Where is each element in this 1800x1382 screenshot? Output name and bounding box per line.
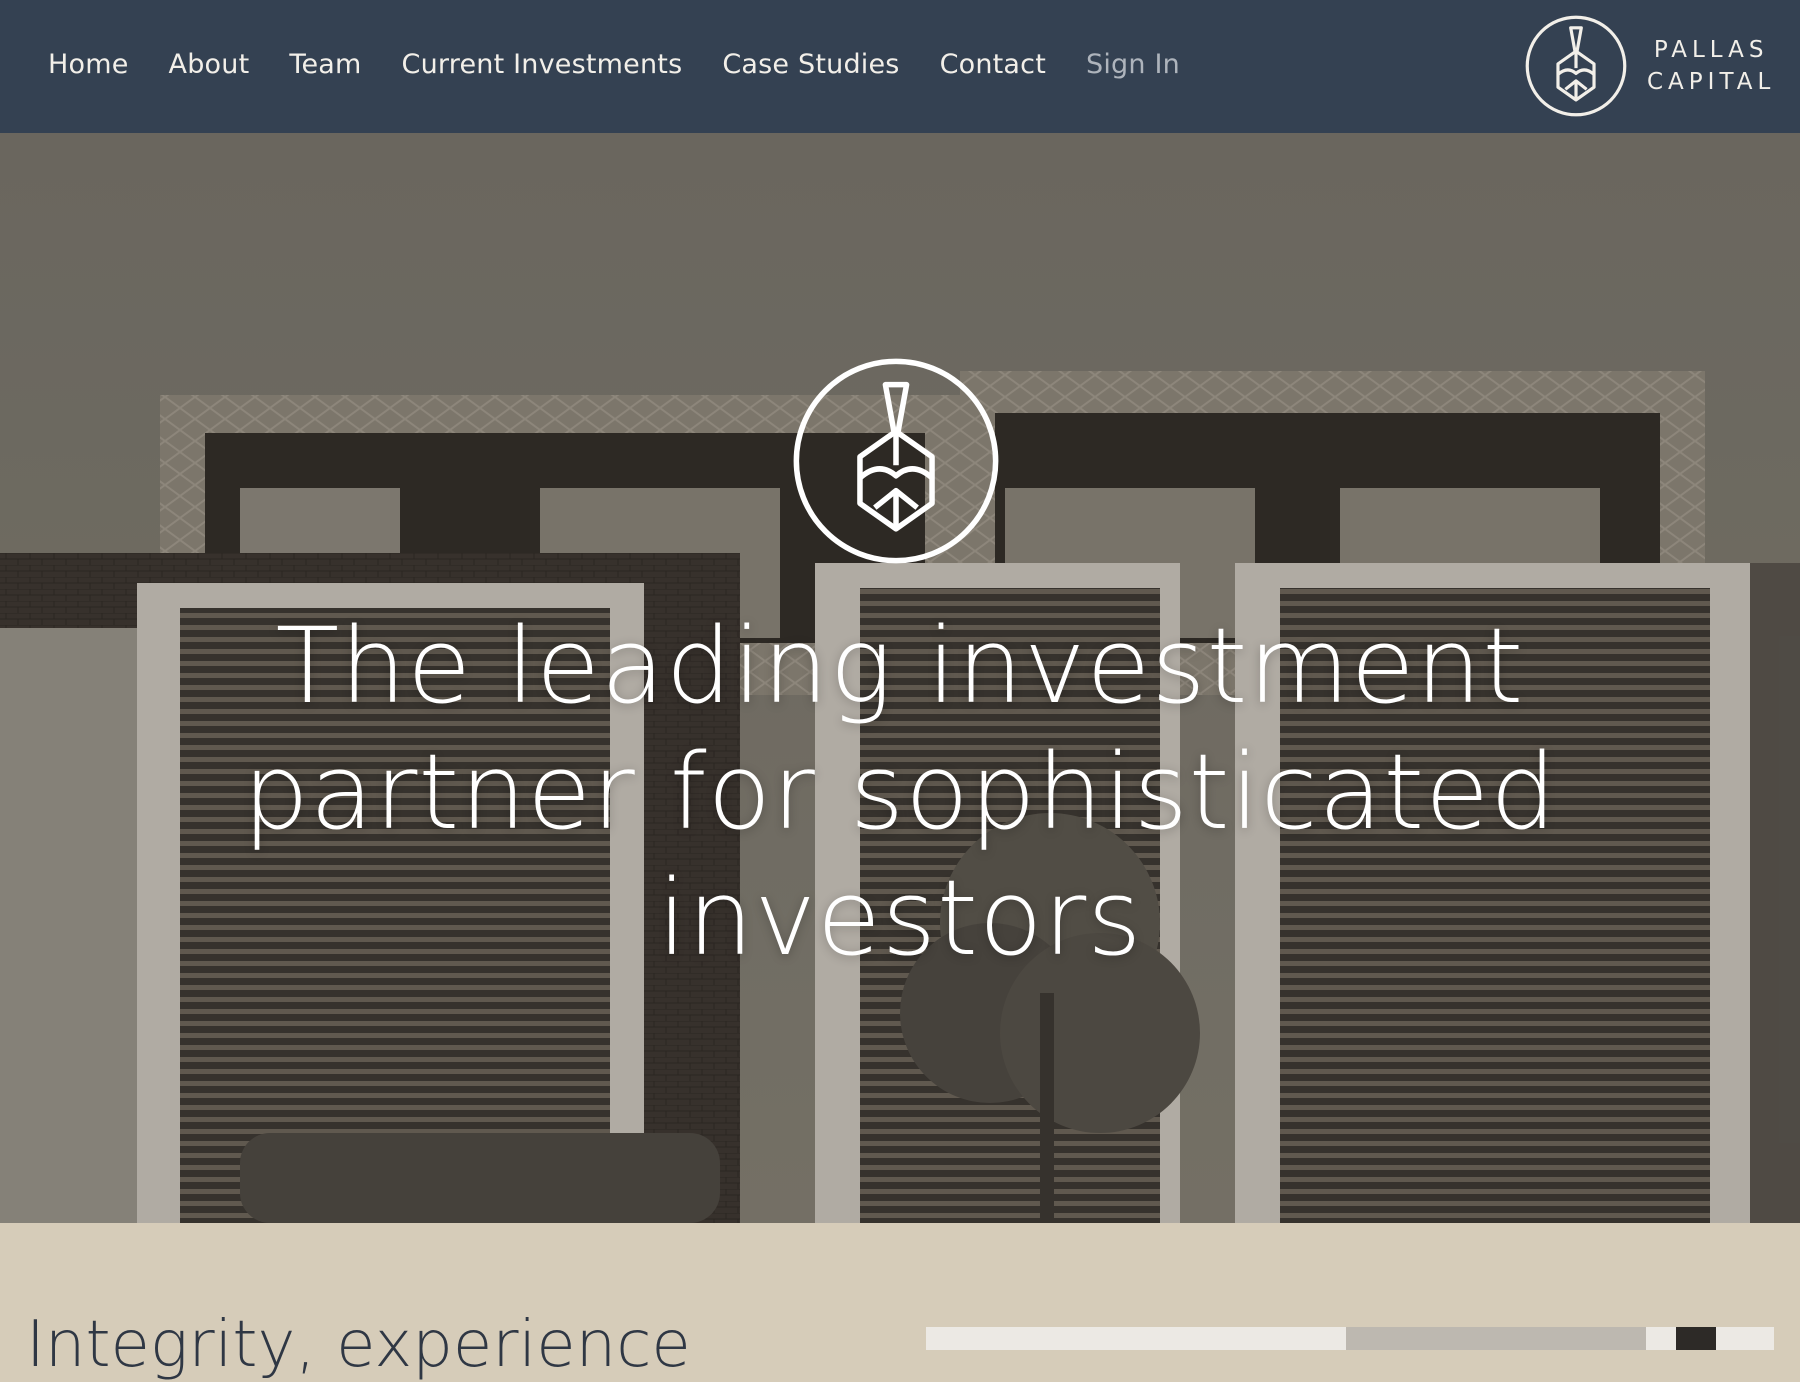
pallas-helmet-icon bbox=[1525, 15, 1627, 117]
nav-link-home[interactable]: Home bbox=[48, 49, 129, 80]
nav-link-team[interactable]: Team bbox=[289, 49, 361, 80]
hero-headline: The leading investment partner for sophi… bbox=[242, 605, 1558, 979]
brand-wordmark: PALLAS CAPITAL bbox=[1647, 37, 1775, 95]
top-nav: Home About Team Current Investments Case… bbox=[0, 0, 1800, 133]
nav-link-contact[interactable]: Contact bbox=[940, 49, 1046, 80]
nav-link-sign-in[interactable]: Sign In bbox=[1086, 49, 1180, 80]
brand-line-2: CAPITAL bbox=[1647, 69, 1776, 95]
hero-section: The leading investment partner for sophi… bbox=[0, 133, 1800, 1223]
nav-link-current-investments[interactable]: Current Investments bbox=[402, 49, 683, 80]
brand-logo[interactable]: PALLAS CAPITAL bbox=[1523, 12, 1775, 120]
intro-photo-graphic bbox=[926, 1327, 1774, 1350]
intro-heading: Integrity, experience bbox=[26, 1308, 691, 1382]
nav-link-about[interactable]: About bbox=[169, 49, 250, 80]
brand-line-1: PALLAS bbox=[1653, 37, 1769, 63]
nav-links: Home About Team Current Investments Case… bbox=[48, 0, 1180, 128]
nav-link-case-studies[interactable]: Case Studies bbox=[722, 49, 899, 80]
intro-photo bbox=[926, 1327, 1774, 1350]
hero-helmet-icon bbox=[793, 358, 999, 564]
